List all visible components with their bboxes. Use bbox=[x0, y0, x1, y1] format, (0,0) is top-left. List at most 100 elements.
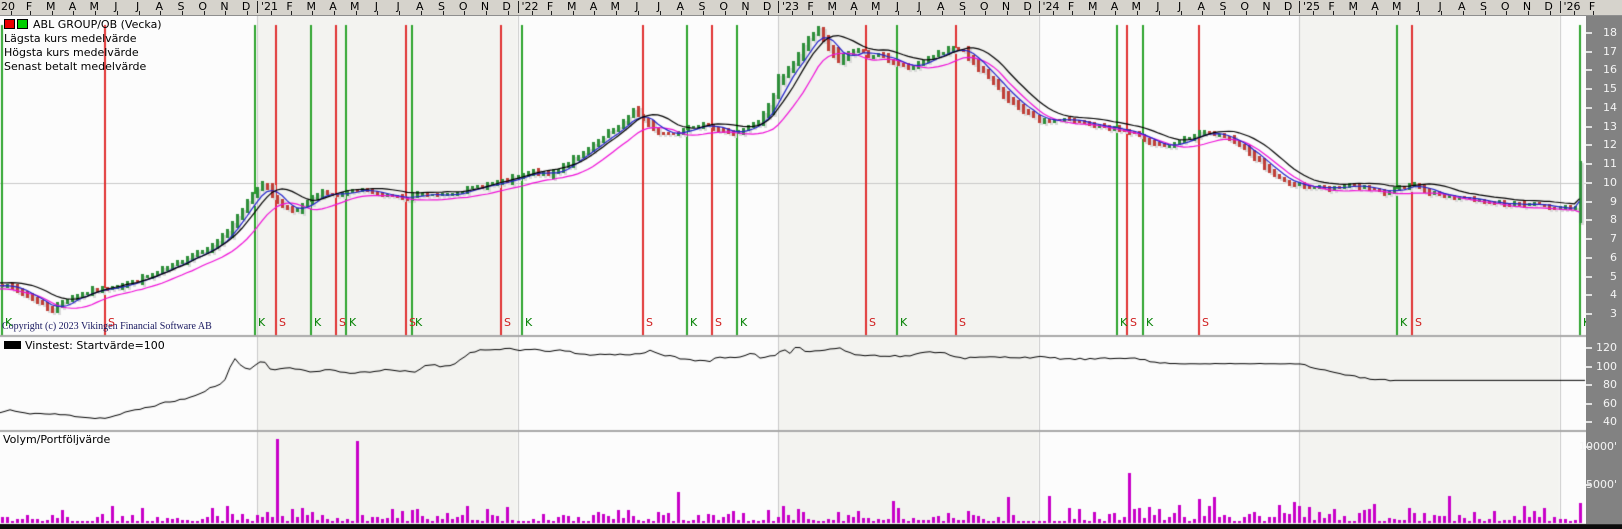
month-label: F bbox=[286, 0, 292, 13]
axis-tick bbox=[291, 11, 292, 15]
axis-value-label: 3 bbox=[1610, 307, 1617, 320]
axis-tick bbox=[160, 11, 161, 15]
axis-tick bbox=[1313, 11, 1314, 15]
month-label: F bbox=[26, 0, 32, 13]
buy-signal-label: K bbox=[1400, 316, 1407, 329]
axis-value-label: 6 bbox=[1610, 251, 1617, 264]
vinstest-color-swatch-icon bbox=[4, 341, 21, 349]
value-axis-strip[interactable]: 1817161514131211109876543120100806040100… bbox=[1586, 16, 1622, 524]
axis-tick bbox=[1586, 347, 1592, 349]
axis-tick bbox=[486, 11, 487, 15]
month-label: M bbox=[1392, 0, 1402, 13]
axis-tick bbox=[1586, 257, 1592, 259]
axis-tick bbox=[594, 11, 595, 15]
month-label: A bbox=[1198, 0, 1206, 13]
month-label: S bbox=[1480, 0, 1487, 13]
year-label: '22 bbox=[522, 0, 539, 13]
sell-signal-label: S bbox=[1415, 316, 1422, 329]
axis-tick bbox=[725, 11, 726, 15]
up-candle-swatch-icon bbox=[17, 19, 28, 29]
buy-signal-label: K bbox=[5, 316, 12, 329]
copyright-text: Copyright (c) 2023 Vikingen Financial So… bbox=[2, 321, 212, 332]
axis-value-label: 40 bbox=[1603, 415, 1617, 428]
month-label: O bbox=[719, 0, 728, 13]
axis-tick bbox=[1586, 403, 1592, 405]
buy-signal-label: K bbox=[314, 316, 321, 329]
axis-value-label: 18 bbox=[1603, 26, 1617, 39]
axis-value-label: 12 bbox=[1603, 138, 1617, 151]
axis-tick bbox=[1586, 69, 1592, 71]
axis-tick bbox=[1593, 11, 1594, 15]
axis-tick bbox=[421, 11, 422, 15]
month-label: S bbox=[699, 0, 706, 13]
month-label: M bbox=[567, 0, 577, 13]
axis-tick bbox=[877, 11, 878, 15]
month-label: N bbox=[1523, 0, 1531, 13]
month-label: M bbox=[350, 0, 360, 13]
axis-tick bbox=[1586, 421, 1592, 423]
sell-signal-label: S bbox=[1202, 316, 1209, 329]
axis-value-label: 100 bbox=[1596, 360, 1617, 373]
axis-tick bbox=[1333, 11, 1334, 15]
month-label: O bbox=[198, 0, 207, 13]
axis-value-label: 17 bbox=[1603, 45, 1617, 58]
month-label: A bbox=[69, 0, 77, 13]
sell-signal-label: S bbox=[339, 316, 346, 329]
axis-tick bbox=[334, 11, 335, 15]
axis-tick bbox=[1376, 11, 1377, 15]
axis-tick bbox=[1586, 294, 1592, 296]
axis-tick bbox=[898, 11, 899, 15]
axis-value-label: 13 bbox=[1603, 120, 1617, 133]
axis-tick bbox=[1137, 11, 1138, 15]
buy-signal-label: K bbox=[1146, 316, 1153, 329]
axis-tick bbox=[681, 11, 682, 15]
axis-tick bbox=[1586, 384, 1592, 386]
chart-canvas[interactable] bbox=[0, 0, 1622, 529]
month-label: N bbox=[220, 0, 228, 13]
axis-tick bbox=[1029, 11, 1030, 15]
legend-lagsta-kurs: Lägsta kurs medelvärde bbox=[4, 32, 162, 46]
axis-value-label: 11 bbox=[1603, 157, 1617, 170]
month-label: A bbox=[329, 0, 337, 13]
axis-value-label: 9 bbox=[1610, 195, 1617, 208]
buy-signal-label: K bbox=[258, 316, 265, 329]
month-label: M bbox=[871, 0, 881, 13]
sell-signal-label: S bbox=[959, 316, 966, 329]
axis-tick bbox=[52, 11, 53, 15]
buy-signal-label: K bbox=[900, 316, 907, 329]
month-label: S bbox=[959, 0, 966, 13]
axis-tick bbox=[532, 11, 533, 15]
month-label: F bbox=[1328, 0, 1334, 13]
month-label: N bbox=[481, 0, 489, 13]
axis-tick bbox=[964, 11, 965, 15]
month-label: F bbox=[1068, 0, 1074, 13]
month-label: S bbox=[178, 0, 185, 13]
buy-signal-label: K bbox=[740, 316, 747, 329]
axis-tick bbox=[182, 11, 183, 15]
axis-tick bbox=[1586, 107, 1592, 109]
axis-tick bbox=[508, 11, 509, 15]
axis-value-label: 80 bbox=[1603, 378, 1617, 391]
axis-tick bbox=[1267, 11, 1268, 15]
axis-tick bbox=[1586, 32, 1592, 34]
axis-tick bbox=[1586, 484, 1592, 486]
sell-signal-label: S bbox=[504, 316, 511, 329]
axis-tick bbox=[1586, 276, 1592, 278]
month-label: S bbox=[1220, 0, 1227, 13]
axis-value-label: 15 bbox=[1603, 82, 1617, 95]
month-label: O bbox=[980, 0, 989, 13]
axis-tick bbox=[356, 11, 357, 15]
month-label: A bbox=[1371, 0, 1379, 13]
buy-signal-label: K bbox=[349, 316, 356, 329]
axis-tick bbox=[1586, 313, 1592, 315]
sell-signal-label: S bbox=[646, 316, 653, 329]
axis-tick bbox=[1550, 11, 1551, 15]
axis-tick bbox=[1586, 163, 1592, 165]
axis-tick bbox=[443, 11, 444, 15]
month-label: A bbox=[416, 0, 424, 13]
timeline-ruler[interactable]: 20FMAMJJASOND'21FMAMJJASOND'22FMAMJJASON… bbox=[0, 0, 1622, 16]
month-label: F bbox=[807, 0, 813, 13]
axis-tick bbox=[792, 11, 793, 15]
axis-tick bbox=[1007, 11, 1008, 15]
axis-value-label: 10000' bbox=[1579, 440, 1617, 453]
